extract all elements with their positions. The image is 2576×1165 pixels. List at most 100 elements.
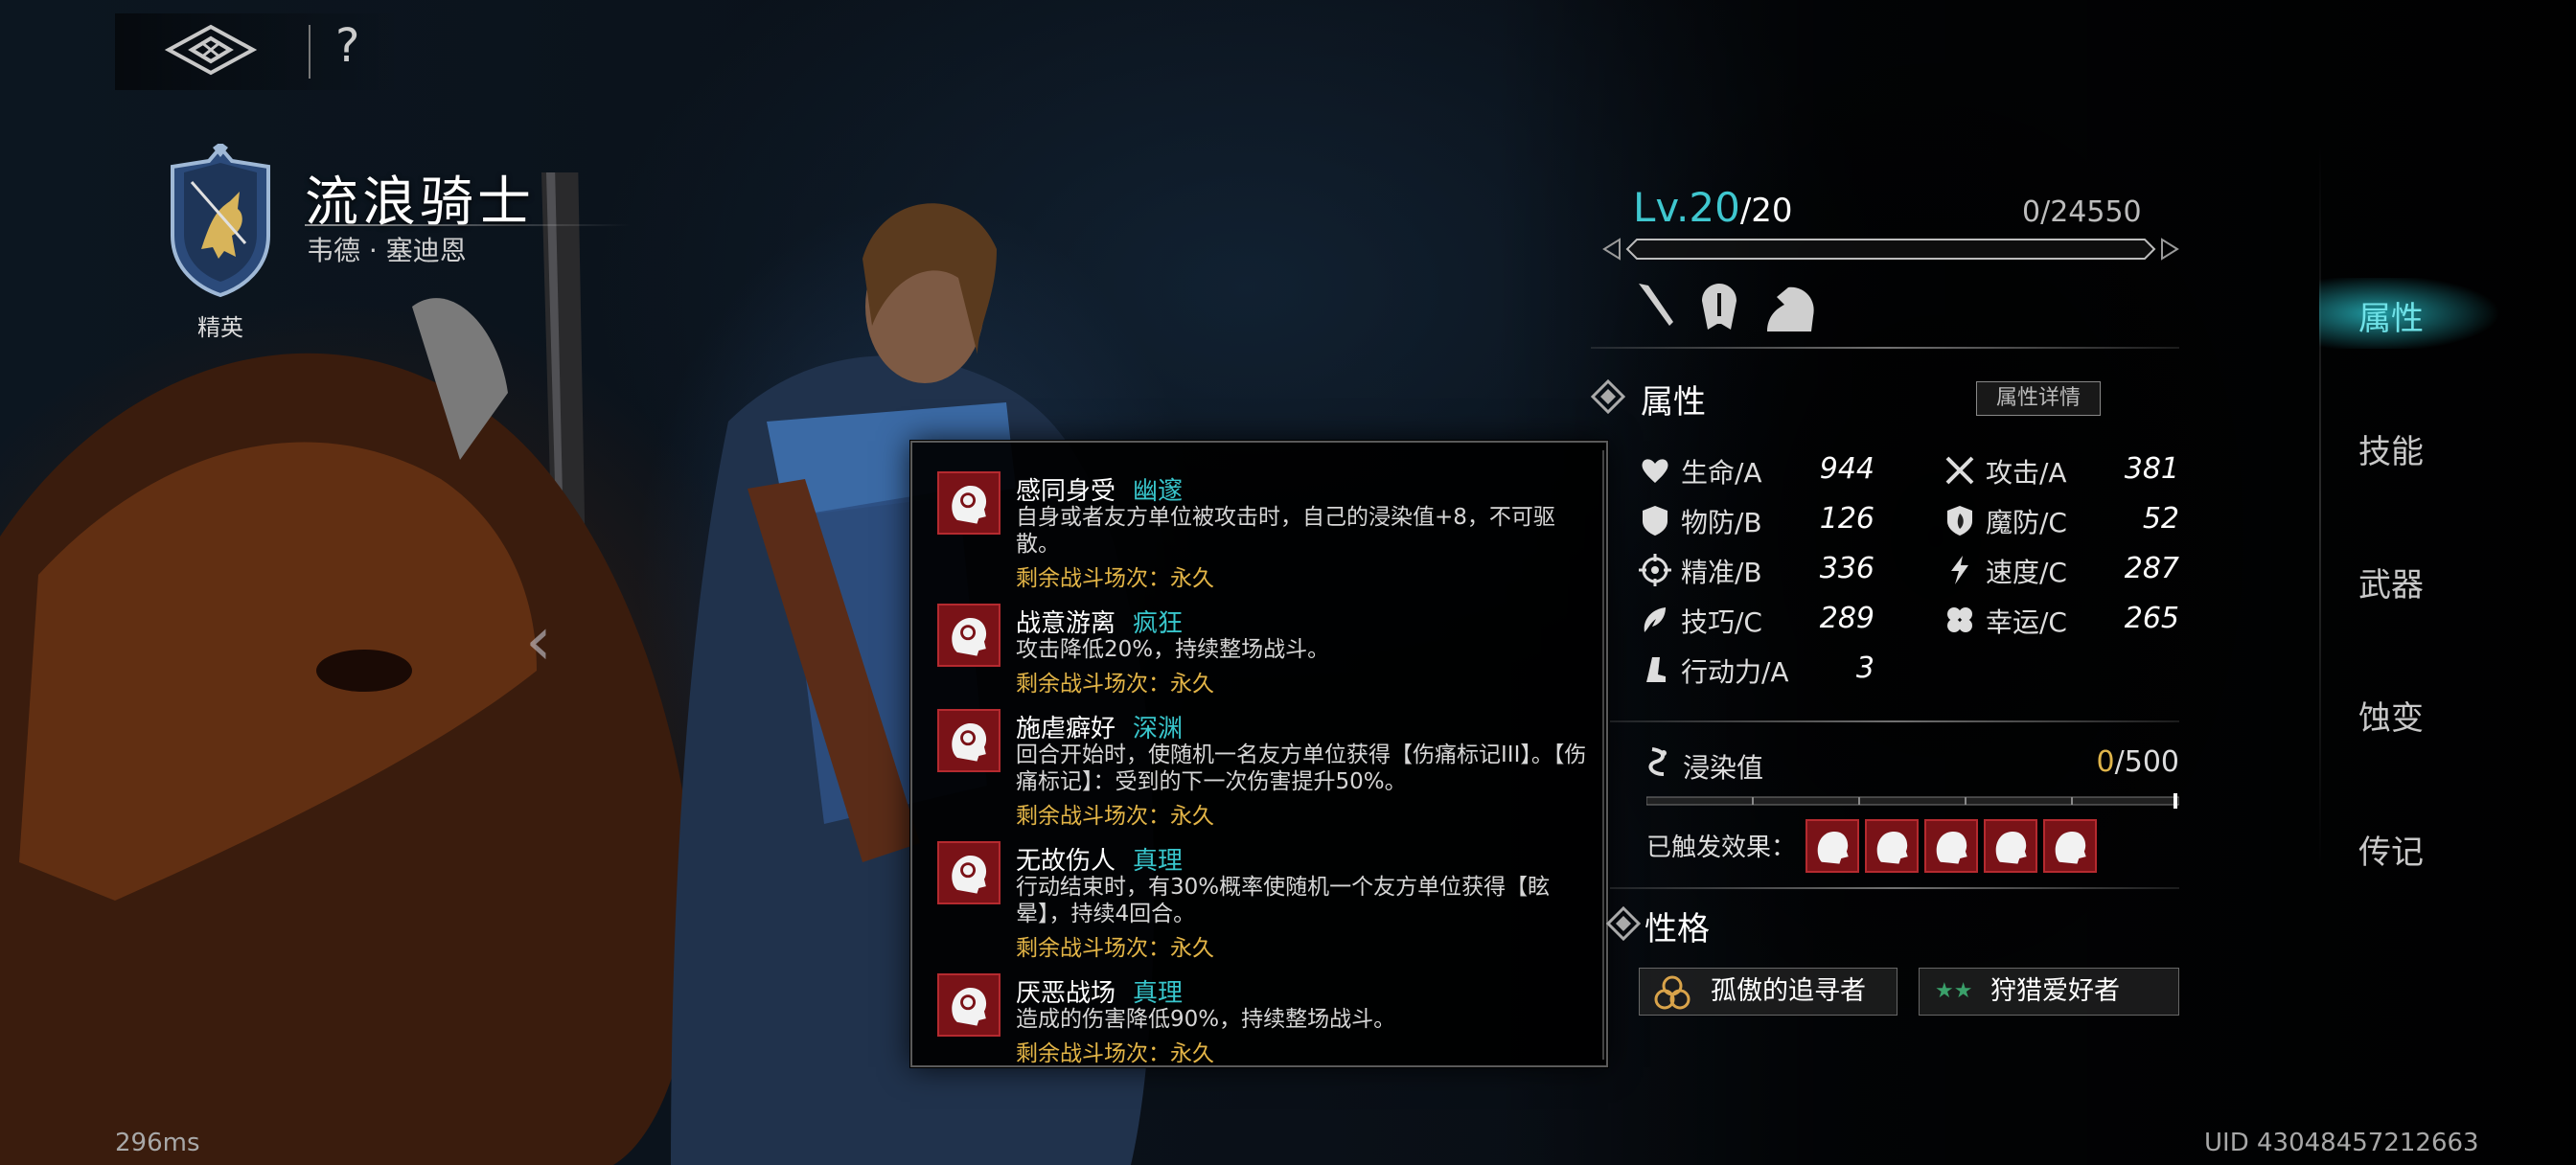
clover-icon [1947,607,1972,632]
diamond-icon [1591,379,1625,414]
buff-remaining: 剩余战斗场次：永久 [1016,804,1214,829]
section-divider [1610,887,2179,889]
buff-description: 自身或者友方单位被攻击时，自己的浸染值+8，不可驱散。 [1016,505,1555,557]
crosshair-icon [1639,554,1671,586]
madness-head-icon [937,841,1000,904]
class-emblem-shield-icon [171,144,270,298]
trait-chip[interactable]: ★★ 狩猎爱好者 [1919,968,2179,1016]
uid-label: UID 43048457212663 [2204,1129,2479,1157]
madness-head-icon [937,973,1000,1037]
heart-icon [1642,459,1668,483]
tab-attributes[interactable]: 属性 [2338,292,2444,339]
spear-icon [1639,284,1673,326]
speed-icon [1951,556,1968,584]
madness-head-icon[interactable] [1984,819,2037,873]
stat-value: 52 [2142,502,2179,536]
madness-head-icon[interactable] [2043,819,2097,873]
exp-counter: 0/24550 [2022,195,2142,229]
madness-head-icon[interactable] [1806,819,1859,873]
attributes-title: 属性 [1641,383,1706,422]
skill-icon [1644,607,1666,632]
trait-label: 孤傲的追寻者 [1711,976,1866,1006]
buff-name: 厌恶战场 真理 [1016,979,1184,1008]
class-type-icons [1639,284,1814,331]
rank-label: 精英 [197,314,243,341]
trait-label: 狩猎爱好者 [1990,976,2120,1006]
crossed-swords-icon [1945,456,1974,485]
taint-label: 浸染值 [1683,752,1764,784]
tab-rail [2319,144,2321,872]
stat-value: 381 [2124,452,2179,486]
buff-remaining: 剩余战斗场次：永久 [1016,566,1214,591]
buff-remaining: 剩余战斗场次：永久 [1016,672,1214,697]
buff-tag: 真理 [1133,979,1184,1008]
madness-head-icon [937,604,1000,667]
attribute-details-button[interactable]: 属性详情 [1976,381,2101,416]
helmet-icon [1702,284,1736,330]
section-divider [1591,347,2179,349]
latency-readout: 296ms [115,1129,200,1157]
stat-label: 攻击/A [1986,457,2067,489]
buff-name: 无故伤人 真理 [1016,847,1184,876]
taint-value: 0/500 [2096,745,2179,779]
exp-bar [1602,238,2179,261]
stat-label: 速度/C [1986,557,2067,588]
buff-tag: 深渊 [1133,715,1184,743]
tab-weapons[interactable]: 武器 [2338,559,2444,605]
stat-label: 物防/B [1681,507,1762,538]
trait-chip[interactable]: 孤傲的追寻者 [1639,968,1898,1016]
buff-name: 施虐癖好 深渊 [1016,715,1184,743]
buff-name: 感同身受 幽邃 [1016,477,1184,506]
level-display: Lv.20/20 [1633,184,1793,231]
magic-shield-icon [1947,506,1972,536]
stat-label: 幸运/C [1986,606,2067,638]
buff-tag: 疯狂 [1133,609,1184,638]
diamond-icon [1606,906,1641,941]
stat-label: 行动力/A [1681,656,1789,688]
buff-description: 造成的伤害降低90%，持续整场战斗。 [1016,1007,1396,1032]
tab-biography[interactable]: 传记 [2338,826,2444,873]
taint-swirl-icon [1648,747,1667,776]
stat-value: 287 [2124,552,2179,585]
trait-rings-icon [1654,975,1690,1010]
trait-stars: ★★ [1935,979,1973,1003]
buff-name: 战意游离 疯狂 [1016,609,1184,638]
madness-head-icon[interactable] [1924,819,1978,873]
section-divider [1610,720,2179,722]
shield-icon [1643,506,1668,536]
stat-label: 技巧/C [1681,606,1762,638]
madness-head-icon [937,709,1000,772]
back-logo-icon[interactable] [163,23,259,77]
stat-value: 126 [1819,502,1874,536]
buff-description: 攻击降低20%，持续整场战斗。 [1016,637,1330,662]
stat-value: 265 [2124,602,2179,635]
personality-title: 性格 [1644,910,1710,948]
stat-label: 生命/A [1681,457,1762,489]
buff-remaining: 剩余战斗场次：永久 [1016,1041,1214,1066]
help-icon[interactable]: ? [335,19,359,73]
stat-value: 3 [1855,651,1874,685]
top-divider [309,25,310,79]
stat-value: 289 [1819,602,1874,635]
hero-subtitle: 韦德 · 塞迪恩 [307,235,467,266]
buff-tag: 真理 [1133,847,1184,876]
hero-name-underline [305,224,631,226]
triggered-effects-label: 已触发效果： [1646,834,1797,862]
buff-remaining: 剩余战斗场次：永久 [1016,936,1214,961]
previous-hero-arrow-icon[interactable]: ‹ [525,602,552,680]
status-effects-tooltip[interactable]: 感同身受 幽邃 自身或者友方单位被攻击时，自己的浸染值+8，不可驱散。 剩余战斗场… [910,441,1608,1067]
boot-icon [1646,657,1666,682]
buff-description: 回合开始时，使随机一名友方单位获得【伤痛标记III】。【伤痛标记】：受到的下一次… [1016,742,1587,794]
horse-icon [1767,286,1814,331]
stat-label: 魔防/C [1986,507,2067,538]
stat-value: 944 [1819,452,1874,486]
stat-value: 336 [1819,552,1874,585]
tab-skills[interactable]: 技能 [2338,425,2444,472]
madness-head-icon [937,471,1000,535]
stat-label: 精准/B [1681,557,1762,588]
madness-head-icon[interactable] [1865,819,1919,873]
taint-bar [1646,793,2179,809]
buff-description: 行动结束时，有30%概率使随机一个友方单位获得【眩晕】，持续4回合。 [1016,875,1551,926]
tab-corruption[interactable]: 蚀变 [2338,692,2444,739]
buff-tag: 幽邃 [1133,477,1184,506]
